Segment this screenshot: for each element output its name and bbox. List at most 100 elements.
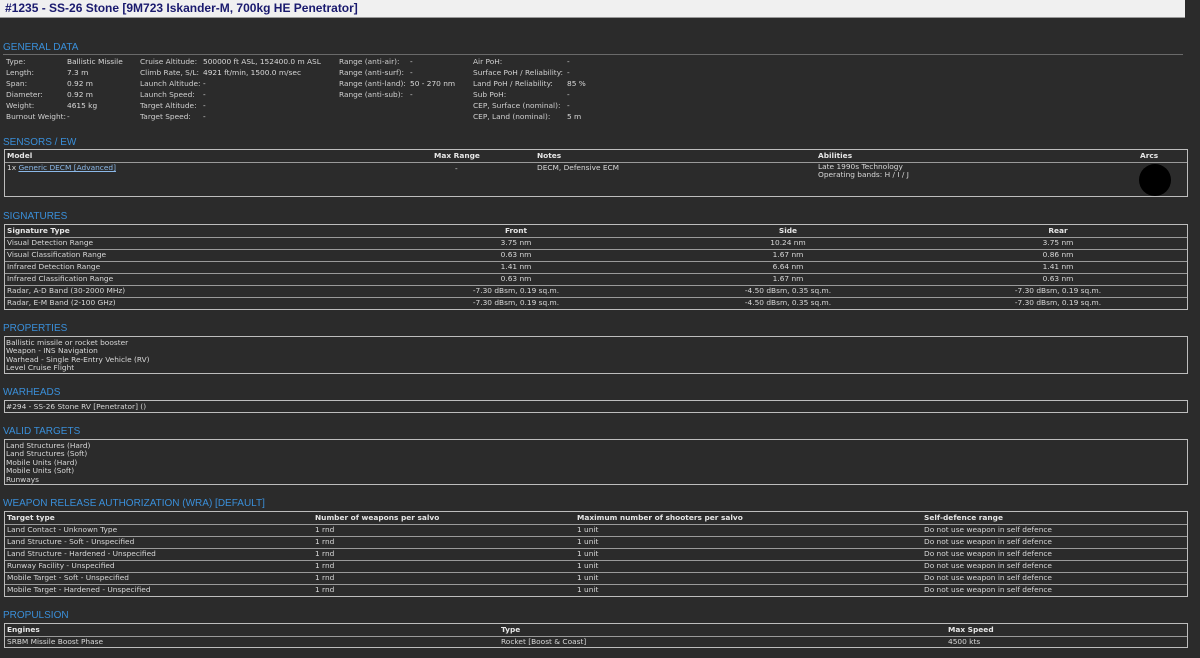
signature-col-header: Front <box>504 226 528 235</box>
wra-cell: Do not use weapon in self defence <box>924 561 1052 570</box>
signature-cell: 1.67 nm <box>772 250 804 259</box>
general-field-value: Ballistic Missile <box>67 57 123 66</box>
wra-cell: 1 unit <box>577 573 599 582</box>
propulsion-table: Engines Type Max Speed SRBM Missile Boost P… <box>4 623 1188 648</box>
wra-cell: Land Structure - Hardened - Unspecified <box>7 549 156 558</box>
general-field-value: - <box>410 68 413 77</box>
general-field-label: Type: <box>6 57 26 66</box>
sensor-ability: Operating bands: H / I / J <box>818 170 909 180</box>
general-field-label: Climb Rate, S/L: <box>140 68 199 77</box>
sensors-table: Model Max Range Notes Abilities Arcs 1x … <box>4 149 1188 197</box>
wra-cell: 1 rnd <box>315 573 335 582</box>
general-field-label: Range (anti-air): <box>339 57 400 66</box>
signature-col-header: Signature Type <box>7 226 70 235</box>
wra-table: Target type Number of weapons per salvo Ma… <box>4 511 1188 597</box>
general-field-value: 0.92 m <box>67 79 94 88</box>
propulsion-cell: Rocket [Boost & Coast] <box>501 637 587 646</box>
sensors-col-notes: Notes <box>537 151 562 160</box>
valid-target-item: Mobile Units (Soft) <box>6 466 75 476</box>
general-field-value: 500000 ft ASL, 152400.0 m ASL <box>203 57 321 66</box>
general-field-value: - <box>567 101 570 110</box>
general-field-value: 85 % <box>567 79 586 88</box>
general-field-value: - <box>567 68 570 77</box>
wra-cell: Do not use weapon in self defence <box>924 537 1052 546</box>
propulsion-col-header: Engines <box>7 625 40 634</box>
warheads-heading: WARHEADS <box>3 387 61 398</box>
general-field-value: 50 - 270 nm <box>410 79 456 88</box>
general-field-label: Target Altitude: <box>140 101 197 110</box>
general-field-value: 0.92 m <box>67 90 94 99</box>
signatures-heading: SIGNATURES <box>3 211 68 222</box>
property-item: Weapon - INS Navigation <box>6 346 98 356</box>
signature-cell: -7.30 dBsm, 0.19 sq.m. <box>472 286 560 295</box>
signature-cell: -4.50 dBsm, 0.35 sq.m. <box>744 298 832 307</box>
signature-cell: Visual Detection Range <box>7 238 94 247</box>
sensor-arc-icon <box>1139 164 1171 196</box>
valid-target-item: Land Structures (Hard) <box>6 441 91 450</box>
general-field-label: Burnout Weight: <box>6 112 67 121</box>
signature-cell: -4.50 dBsm, 0.35 sq.m. <box>744 286 832 295</box>
general-field-value: - <box>567 57 570 66</box>
signatures-table: Signature Type Front Side Rear Visual Detect… <box>4 224 1188 310</box>
wra-col-header: Number of weapons per salvo <box>315 513 440 522</box>
sensors-col-abilities: Abilities <box>818 151 853 160</box>
general-field-value: - <box>567 90 570 99</box>
sensors-col-arcs: Arcs <box>1140 151 1159 160</box>
general-field-value: - <box>203 79 206 88</box>
general-field-value: 5 m <box>567 112 582 121</box>
general-field-value: - <box>203 101 206 110</box>
signature-cell: 0.86 nm <box>1042 250 1074 259</box>
general-data-heading: GENERAL DATA <box>3 42 79 53</box>
wra-cell: 1 unit <box>577 585 599 594</box>
general-field-label: Range (anti-surf): <box>339 68 405 77</box>
wra-cell: 1 rnd <box>315 525 335 534</box>
signature-cell: -7.30 dBsm, 0.19 sq.m. <box>1014 286 1102 295</box>
sensor-abilities: Late 1990s Technology Operating bands: H… <box>818 162 909 180</box>
general-field-label: Range (anti-land): <box>339 79 406 88</box>
signature-row: Radar, E-M Band (2-100 GHz) -7.30 dBsm, 0… <box>5 297 1187 309</box>
general-field-value: - <box>410 57 413 66</box>
general-field-value: 7.3 m <box>67 68 89 77</box>
signature-cell: 0.63 nm <box>500 250 532 259</box>
wra-cell: Runway Facility - Unspecified <box>7 561 115 570</box>
general-field-label: Sub PoH: <box>473 90 507 99</box>
property-item: Level Cruise Flight <box>6 363 75 373</box>
wra-cell: 1 unit <box>577 537 599 546</box>
wra-col-header: Maximum number of shooters per salvo <box>577 513 743 522</box>
propulsion-heading: PROPULSION <box>3 610 69 621</box>
warhead-item: #294 - SS-26 Stone RV [Penetrator] () <box>6 402 147 411</box>
properties-heading: PROPERTIES <box>3 323 68 334</box>
wra-cell: Do not use weapon in self defence <box>924 573 1052 582</box>
signature-col-header: Rear <box>1048 226 1068 235</box>
window-title: #1235 - SS-26 Stone [9M723 Iskander-M, 7… <box>0 0 1185 18</box>
warheads-list: #294 - SS-26 Stone RV [Penetrator] () <box>4 400 1188 413</box>
general-field-value: 4921 ft/min, 1500.0 m/sec <box>203 68 302 77</box>
wra-cell: 1 rnd <box>315 561 335 570</box>
properties-list: Ballistic missile or rocket booster Weapo… <box>4 336 1188 374</box>
valid-target-item: Runways <box>6 474 39 484</box>
sensor-max-range: - <box>455 164 458 173</box>
general-field-label: Range (anti-sub): <box>339 90 404 99</box>
signature-cell: 3.75 nm <box>1042 238 1074 247</box>
wra-cell: 1 rnd <box>315 537 335 546</box>
property-item: Ballistic missile or rocket booster <box>6 338 129 347</box>
wra-cell: Do not use weapon in self defence <box>924 525 1052 534</box>
general-data-divider <box>3 54 1183 55</box>
sensor-model-link[interactable]: Generic DECM [Advanced] <box>18 163 116 172</box>
valid-target-item: Land Structures (Soft) <box>6 449 88 459</box>
signature-cell: Radar, A-D Band (30-2000 MHz) <box>7 286 126 295</box>
wra-heading: WEAPON RELEASE AUTHORIZATION (WRA) [DEFA… <box>3 498 265 509</box>
general-field-label: Cruise Altitude: <box>140 57 198 66</box>
general-field-label: Launch Speed: <box>140 90 195 99</box>
wra-cell: 1 unit <box>577 525 599 534</box>
valid-targets-list: Land Structures (Hard) Land Structures (S… <box>4 439 1188 485</box>
wra-cell: Mobile Target - Hardened - Unspecified <box>7 585 151 594</box>
general-field-label: Land PoH / Reliability: <box>473 79 553 88</box>
signature-cell: 1.67 nm <box>772 274 804 283</box>
general-field-value: - <box>203 90 206 99</box>
valid-target-item: Mobile Units (Hard) <box>6 457 78 467</box>
wra-col-header: Self-defence range <box>924 513 1003 522</box>
signature-cell: Radar, E-M Band (2-100 GHz) <box>7 298 116 307</box>
signature-cell: -7.30 dBsm, 0.19 sq.m. <box>472 298 560 307</box>
propulsion-cell: 4500 kts <box>948 637 981 646</box>
